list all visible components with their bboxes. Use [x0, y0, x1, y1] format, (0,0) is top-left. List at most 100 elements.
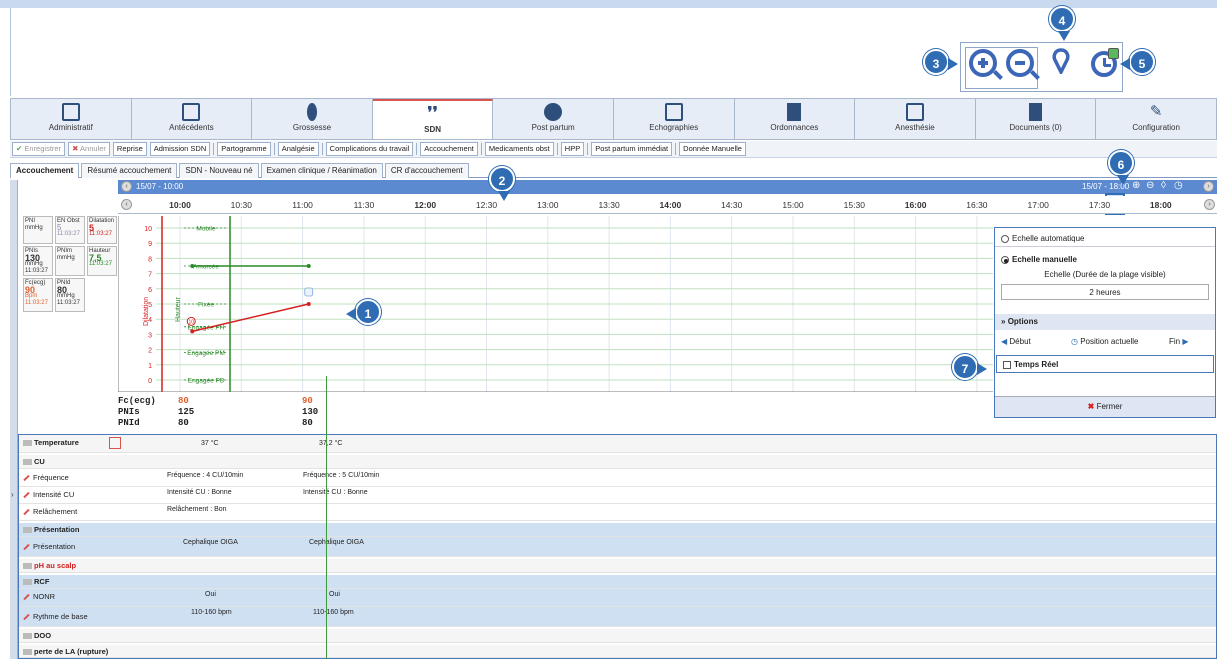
- partogram-chart[interactable]: 109876543210Dilatation HauteurMobileAmorc…: [118, 216, 993, 392]
- folder-icon: [23, 563, 32, 570]
- pencil-icon: [23, 613, 30, 621]
- hauteur-box: Hauteur 7,5 11:03:27: [87, 246, 117, 276]
- row-ph-scalp[interactable]: pH au scalp: [19, 559, 1216, 573]
- row-presentation-header[interactable]: Présentation: [19, 523, 1216, 537]
- tab-configuration[interactable]: ✎ Configuration: [1096, 99, 1216, 139]
- radio-manual[interactable]: [1001, 255, 1009, 264]
- station-label: Amorcée: [193, 264, 219, 271]
- cross-icon: ✖: [72, 144, 79, 153]
- row-nonr[interactable]: NONR Oui Oui: [19, 589, 1216, 607]
- subtab-cr[interactable]: CR d'accouchement: [384, 163, 469, 178]
- subtab-examen[interactable]: Examen clinique / Réanimation: [260, 163, 383, 178]
- zoom-in-icon[interactable]: [969, 49, 997, 77]
- zoom-out-icon[interactable]: [1006, 49, 1034, 77]
- reprise-button[interactable]: Reprise: [112, 142, 147, 156]
- tab-grossesse[interactable]: Grossesse: [252, 99, 373, 139]
- realtime-checkbox[interactable]: [1003, 360, 1011, 369]
- pencil-icon: [23, 543, 30, 551]
- clock-icon: ◷: [1071, 337, 1078, 346]
- tab-anesthesie[interactable]: Anesthésie: [855, 99, 976, 139]
- hpp-button[interactable]: HPP: [560, 142, 585, 156]
- time-tick-label: 12:00: [414, 200, 437, 210]
- annotation-marker: [304, 287, 314, 297]
- complications-button[interactable]: Complications du travail: [325, 142, 414, 156]
- en-obst-box: EN Obst 5 11:03:27: [55, 216, 85, 244]
- mini-clock-icon[interactable]: ◷: [1174, 180, 1183, 191]
- y-tick-label: 10: [144, 226, 152, 233]
- pnid-box: PNId 80 mmHg 11:03:27: [55, 278, 85, 312]
- time-tick-label: 13:30: [598, 200, 620, 210]
- hauteur-point: [306, 264, 311, 268]
- pencil-icon: [23, 491, 30, 499]
- donnee-manuelle-button[interactable]: Donnée Manuelle: [679, 142, 746, 156]
- analgesie-button[interactable]: Analgésie: [277, 142, 319, 156]
- row-perte-la[interactable]: perte de LA (rupture): [19, 645, 1216, 658]
- row-rcf[interactable]: RCF: [19, 575, 1216, 589]
- save-button[interactable]: ✔ Enregistrer: [12, 142, 66, 156]
- row-intensite[interactable]: Intensité CU Intensité CU : Bonne Intens…: [19, 487, 1216, 504]
- scale-right-icon[interactable]: ›: [1204, 199, 1215, 210]
- close-button[interactable]: ✖ Fermer: [995, 396, 1215, 417]
- callout-badge-2: 2: [489, 166, 515, 201]
- realtime-option[interactable]: Temps Réel: [996, 355, 1214, 373]
- scale-value-field[interactable]: 2 heures: [1001, 284, 1209, 300]
- scale-left-icon[interactable]: ‹: [121, 199, 132, 210]
- pnis-row: PNIs 125 130: [118, 407, 319, 417]
- realtime-clock-icon[interactable]: [1091, 48, 1119, 77]
- partogramme-button[interactable]: Partogramme: [217, 142, 271, 156]
- anesthesia-icon: [905, 103, 924, 121]
- subtab-resume[interactable]: Résumé accouchement: [81, 163, 178, 178]
- vitals-rows: Fc(ecg) 80 90 PNIs 125 130 PNId 80 80: [118, 394, 338, 434]
- options-header[interactable]: » Options: [995, 314, 1215, 330]
- map-pin-icon[interactable]: [1050, 48, 1072, 74]
- fc-row: Fc(ecg) 80 90: [118, 396, 313, 406]
- scroll-right-icon[interactable]: ›: [1203, 181, 1214, 192]
- y-tick-label: 6: [148, 287, 152, 294]
- sub-tab-bar: Accouchement Résumé accouchement SDN - N…: [10, 163, 1217, 178]
- auto-scale-option[interactable]: Echelle automatique: [995, 231, 1215, 247]
- row-relachement[interactable]: Relâchement Relâchement : Bon: [19, 504, 1216, 521]
- time-tick-label: 18:00: [1149, 200, 1172, 210]
- fc-box: Fc(ecg) 90 Bpm 11:03:27: [23, 278, 53, 312]
- current-time-line: [326, 376, 327, 659]
- pencil-icon: [23, 593, 30, 601]
- mini-pin-icon[interactable]: ◊: [1161, 180, 1166, 191]
- subtab-nouveau-ne[interactable]: SDN - Nouveau né: [179, 163, 259, 178]
- current-position-button[interactable]: ◷ Position actuelle: [1071, 334, 1138, 350]
- chart-toggle-icon[interactable]: [109, 437, 121, 449]
- tab-administratif[interactable]: Administratif: [11, 99, 132, 139]
- radio-auto[interactable]: [1001, 234, 1009, 243]
- collapse-sidebar[interactable]: ›: [10, 180, 18, 659]
- tab-sdn[interactable]: ❜❜ SDN: [372, 99, 494, 139]
- tab-documents[interactable]: Documents (0): [976, 99, 1097, 139]
- right-circle-icon: ▶: [1182, 337, 1189, 346]
- row-rythme[interactable]: Rythme de base 110-160 bpm 110-160 bpm: [19, 607, 1216, 627]
- debut-button[interactable]: ◀ Début: [1001, 337, 1031, 346]
- medicaments-button[interactable]: Medicaments obst: [484, 142, 554, 156]
- scroll-left-icon[interactable]: ‹: [121, 181, 132, 192]
- row-cu[interactable]: CU: [19, 455, 1216, 469]
- mini-zoom-out-icon[interactable]: ⊖: [1146, 180, 1154, 191]
- row-doo[interactable]: DOO: [19, 629, 1216, 643]
- tab-antecedents[interactable]: Antécédents: [132, 99, 253, 139]
- time-tick-label: 12:30: [475, 200, 498, 210]
- documents-icon: [1029, 103, 1043, 121]
- row-temperature[interactable]: Temperature 37 °C 37,2 °C: [19, 435, 1216, 453]
- manual-scale-option[interactable]: Echelle manuelle: [995, 252, 1215, 268]
- timeline-range-bar: ‹ 15/07 - 10:00 15/07 - 18:00 ⊕ ⊖ ◊ ◷ ›: [118, 180, 1217, 194]
- mini-zoom-in-icon[interactable]: ⊕: [1132, 180, 1140, 191]
- row-frequence[interactable]: Fréquence Fréquence : 4 CU/10min Fréquen…: [19, 470, 1216, 487]
- y-tick-label: 8: [148, 256, 152, 263]
- post-partum-immediat-button[interactable]: Post partum immédiat: [591, 142, 673, 156]
- fin-button[interactable]: Fin ▶: [1169, 334, 1189, 350]
- tab-post-partum[interactable]: Post partum: [493, 99, 614, 139]
- subtab-accouchement[interactable]: Accouchement: [10, 163, 80, 178]
- cancel-button[interactable]: ✖ Annuler: [68, 142, 110, 156]
- row-presentation[interactable]: Présentation Cephalique OIGA Cephalique …: [19, 537, 1216, 557]
- tab-ordonnances[interactable]: Ordonnances: [735, 99, 856, 139]
- admission-sdn-button[interactable]: Admission SDN: [149, 142, 211, 156]
- wrench-icon: ✎: [1149, 103, 1163, 120]
- left-border: [10, 8, 11, 96]
- tab-echographies[interactable]: Echographies: [614, 99, 735, 139]
- accouchement-button[interactable]: Accouchement: [420, 142, 478, 156]
